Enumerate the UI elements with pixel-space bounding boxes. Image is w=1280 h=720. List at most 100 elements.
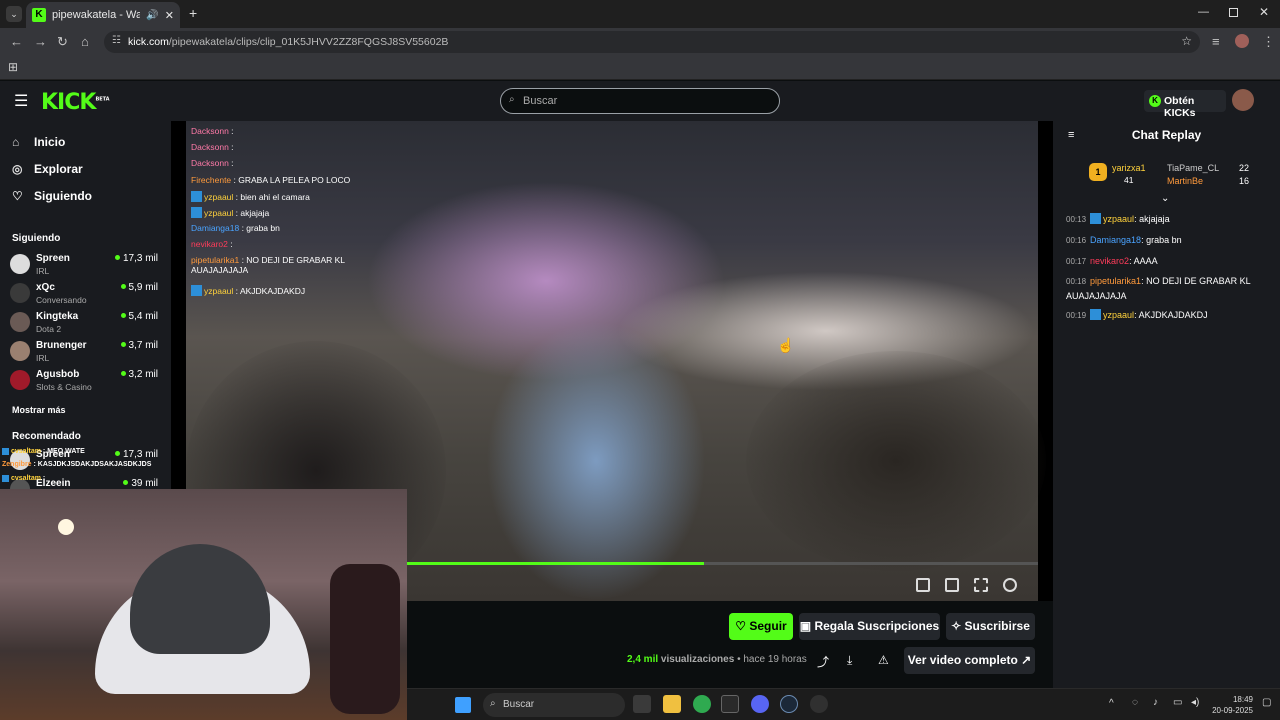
nav-inicio[interactable]: ⌂ Inicio [12, 135, 65, 149]
logo-text: KICK [41, 90, 96, 115]
channel-brunenger[interactable]: Brunenger IRL 3,7 mil [10, 338, 160, 366]
apps-icon[interactable]: ⊞ [8, 60, 18, 74]
chat-message: 00:18 pipetularika1: NO DEJI DE GRABAR KL… [1066, 274, 1270, 303]
cursor-icon: ☝ [777, 337, 795, 353]
heart-icon: ♡ [735, 619, 750, 633]
home-icon[interactable]: ⌂ [81, 34, 89, 49]
channel-agusbob[interactable]: Agusbob Slots & Casino 3,2 mil [10, 367, 160, 395]
chat-replay-panel: ≡ Chat Replay 1 yarizxa1 41 TiaPame_CL 2… [1053, 121, 1280, 688]
app-icon[interactable] [810, 695, 828, 713]
speed-icon[interactable] [1003, 578, 1017, 592]
subscribe-button[interactable]: ✧ Suscribirse [946, 613, 1035, 640]
leader-count: 41 [1124, 175, 1134, 185]
get-kicks-button[interactable]: K Obtén KICKs [1144, 90, 1226, 119]
channel-kingteka[interactable]: Kingteka Dota 2 5,4 mil [10, 309, 160, 337]
leaderboard: 1 yarizxa1 41 TiaPame_CL 22 MartinBe 16 [1089, 161, 1269, 191]
new-tab-icon[interactable]: + [189, 5, 197, 21]
chat-text: MEO WATE [47, 448, 85, 455]
following-heading: Siguiendo [12, 233, 61, 244]
discord-icon[interactable] [751, 695, 769, 713]
windows-taskbar: ⌕ Buscar ^ ◌ ♪ ▭ ◂) 18:49 20-09-2025 ▢ [407, 688, 1280, 720]
share-icon[interactable]: ⤴ [817, 653, 829, 670]
chat-text: KASJDKJSDAKJDSAKJASDKJDS [37, 461, 152, 468]
chat-user[interactable]: yzpaaul [1103, 214, 1134, 224]
avatar [10, 370, 30, 390]
speaker-icon[interactable]: 🔊 [146, 10, 158, 21]
display-icon[interactable]: ▭ [1173, 697, 1182, 708]
second-name: TiaPame_CL [1167, 163, 1220, 173]
task-view-icon[interactable] [633, 695, 651, 713]
webcam-chat-overlay: cvsaltam : MEO WATE Zengibre : KASJDKJSD… [0, 446, 175, 490]
mic-icon[interactable]: ♪ [1153, 697, 1158, 708]
overlay-chat-line: Damianga18 : graba bn [191, 223, 280, 233]
avatar [10, 283, 30, 303]
channel-category: IRL [36, 353, 50, 363]
fullscreen-icon[interactable] [974, 578, 988, 592]
url-field[interactable]: ☷ kick.com/pipewakatela/clips/clip_01K5J… [104, 31, 1200, 53]
nav-explorar[interactable]: ◎ Explorar [12, 162, 83, 176]
download-icon[interactable]: ⤓ [847, 653, 852, 668]
chat-user[interactable]: pipetularika1 [1090, 276, 1141, 286]
profile-avatar[interactable] [1235, 34, 1249, 48]
channel-spreen[interactable]: Spreen IRL 17,3 mil [10, 251, 160, 279]
chat-text: : AKJDKAJDAKDJ [1134, 310, 1208, 320]
pip-icon[interactable] [916, 578, 930, 592]
windows-start-icon[interactable] [455, 697, 471, 713]
window-close-icon[interactable]: ✕ [1259, 5, 1269, 19]
viewer-count: 3,2 mil [121, 369, 158, 380]
chat-time: 00:13 [1066, 215, 1087, 224]
expand-leaderboard-icon[interactable]: ⌄ [1161, 193, 1169, 204]
gift-label: Regala Suscripciones [814, 619, 940, 633]
tab-close-icon[interactable]: ✕ [165, 9, 174, 22]
chat-user[interactable]: yzpaaul [1103, 310, 1134, 320]
media-icon[interactable]: ≡ [1212, 34, 1220, 49]
sub-badge-icon [1090, 309, 1102, 320]
file-explorer-icon[interactable] [663, 695, 681, 713]
chrome-icon[interactable] [693, 695, 711, 713]
full-video-button[interactable]: Ver video completo ↗ [904, 647, 1035, 674]
maximize-icon[interactable] [1229, 8, 1238, 17]
chat-message: 00:17 nevikaro2: AAAA [1066, 254, 1270, 269]
back-icon[interactable]: ← [10, 34, 23, 49]
sparkle-icon: ✧ [951, 619, 965, 633]
search-input[interactable]: ⌕ Buscar [500, 88, 780, 114]
overlay-chat-line: Firechente : GRABA LA PELEA PO LOCO [191, 175, 351, 185]
volume-icon[interactable]: ◂) [1191, 697, 1199, 708]
progress-bar[interactable] [407, 562, 1038, 565]
taskbar-clock[interactable]: 18:49 20-09-2025 [1207, 694, 1253, 716]
tray-chevron-icon[interactable]: ^ [1109, 698, 1114, 709]
chat-user: Damianga18 [191, 223, 240, 233]
kick-logo[interactable]: KICKBETA [41, 90, 110, 115]
nav-label: Explorar [34, 162, 83, 176]
leader-name: yarizxa1 [1112, 163, 1146, 173]
report-icon[interactable]: ⚠ [878, 653, 889, 667]
browser-tab[interactable]: K pipewakatela - Watch clips 🔊 ✕ [26, 2, 180, 28]
gift-subs-button[interactable]: ▣ Regala Suscripciones [799, 613, 940, 640]
show-more-link[interactable]: Mostrar más [12, 405, 66, 415]
steam-icon[interactable] [780, 695, 798, 713]
chat-user[interactable]: Damianga18 [1090, 235, 1141, 245]
star-icon[interactable]: ☆ [1181, 34, 1192, 48]
notification-icon[interactable]: ▢ [1262, 697, 1271, 708]
tab-list-icon[interactable]: ⌄ [6, 6, 22, 22]
search-icon: ⌕ [490, 698, 496, 709]
chat-user[interactable]: nevikaro2 [1090, 256, 1129, 266]
follow-button[interactable]: ♡ Seguir [729, 613, 793, 640]
channel-xqc[interactable]: xQc Conversando 5,9 mil [10, 280, 160, 308]
theater-icon[interactable] [945, 578, 959, 592]
network-icon[interactable]: ◌ [1132, 697, 1138, 708]
minimize-icon[interactable]: — [1198, 6, 1209, 18]
hamburger-icon[interactable]: ☰ [14, 91, 28, 111]
browser-tab-bar: ⌄ K pipewakatela - Watch clips 🔊 ✕ + — ✕ [0, 0, 1280, 28]
site-info-icon[interactable]: ☷ [112, 35, 121, 46]
reload-icon[interactable]: ↻ [57, 34, 68, 50]
terminal-icon[interactable] [721, 695, 739, 713]
forward-icon[interactable]: → [34, 34, 47, 49]
chat-text: graba bn [246, 223, 280, 233]
menu-icon[interactable]: ⋮ [1262, 34, 1275, 50]
recommended-heading: Recomendado [12, 431, 81, 442]
nav-label: Siguiendo [34, 189, 92, 203]
nav-siguiendo[interactable]: ♡ Siguiendo [12, 189, 92, 203]
user-avatar[interactable] [1232, 89, 1254, 111]
taskbar-search[interactable]: ⌕ Buscar [483, 693, 625, 717]
